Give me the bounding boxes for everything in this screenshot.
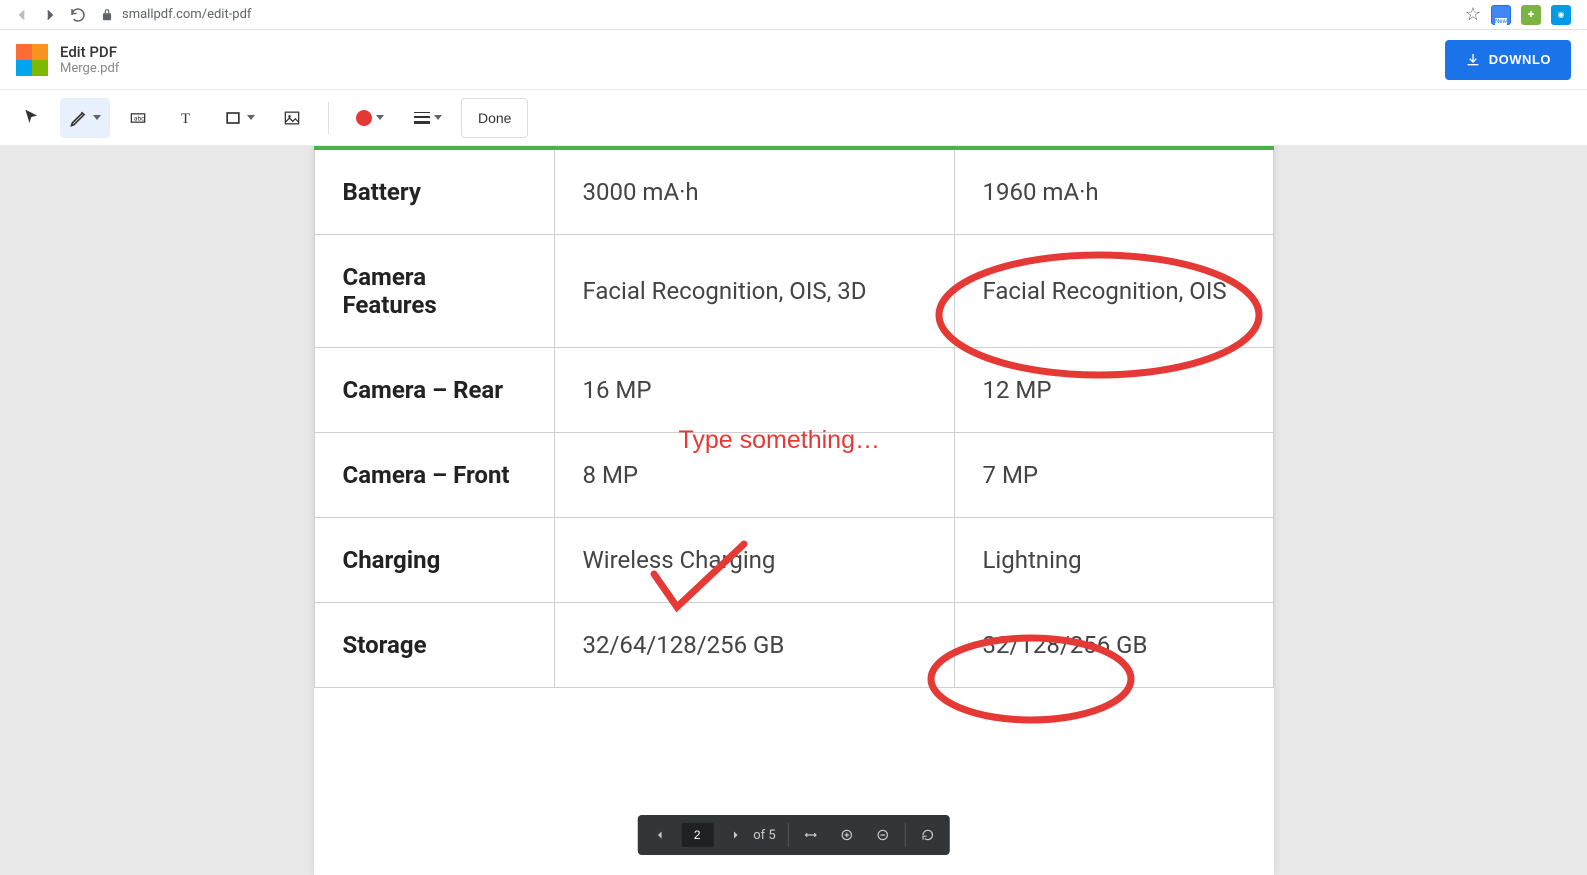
shape-tool[interactable] <box>214 98 264 138</box>
zoom-out-button[interactable] <box>865 819 901 851</box>
image-tool[interactable] <box>272 98 312 138</box>
editor-toolbar: abc T Done <box>0 90 1587 146</box>
row-label: Camera – Front <box>314 433 554 518</box>
row-col2: 32/128/256 GB <box>954 603 1273 688</box>
download-button[interactable]: DOWNLO <box>1445 40 1571 80</box>
row-col1: Facial Recognition, OIS, 3D <box>554 235 954 348</box>
table-row: Storage 32/64/128/256 GB 32/128/256 GB <box>314 603 1273 688</box>
canvas-area[interactable]: Battery 3000 mA·h 1960 mA·h Camera Featu… <box>0 146 1587 875</box>
bookmark-star-icon[interactable]: ☆ <box>1465 4 1481 25</box>
smallpdf-logo <box>16 44 48 76</box>
row-label: Camera – Rear <box>314 348 554 433</box>
page-control-bar: of 5 <box>637 815 949 855</box>
browser-forward-button[interactable] <box>36 1 64 29</box>
chevron-down-icon <box>434 115 442 120</box>
prev-page-button[interactable] <box>641 819 677 851</box>
url-bar[interactable]: smallpdf.com/edit-pdf <box>100 3 1457 27</box>
rotate-button[interactable] <box>910 819 946 851</box>
row-col1: 32/64/128/256 GB <box>554 603 954 688</box>
browser-back-button[interactable] <box>8 1 36 29</box>
row-col2: 7 MP <box>954 433 1273 518</box>
pdf-page[interactable]: Battery 3000 mA·h 1960 mA·h Camera Featu… <box>314 146 1274 875</box>
app-title: Edit PDF <box>60 43 119 61</box>
svg-text:abc: abc <box>134 114 145 122</box>
next-page-button[interactable] <box>717 819 753 851</box>
chevron-down-icon <box>376 115 384 120</box>
row-col2: Facial Recognition, OIS <box>954 235 1273 348</box>
color-swatch-icon <box>356 110 372 126</box>
browser-extensions: ☆ ✚ ◉ <box>1465 4 1579 25</box>
page-total-label: of 5 <box>753 828 775 843</box>
draw-tool[interactable] <box>60 98 110 138</box>
download-label: DOWNLO <box>1489 52 1551 67</box>
file-name: Merge.pdf <box>60 61 119 76</box>
extension-icon[interactable] <box>1491 5 1511 25</box>
row-col1: 16 MP <box>554 348 954 433</box>
row-col1: 3000 mA·h <box>554 148 954 235</box>
done-button[interactable]: Done <box>461 98 528 138</box>
row-col2: 1960 mA·h <box>954 148 1273 235</box>
zoom-in-button[interactable] <box>829 819 865 851</box>
line-thickness-icon <box>414 112 430 124</box>
svg-text:T: T <box>181 111 190 127</box>
spec-table: Battery 3000 mA·h 1960 mA·h Camera Featu… <box>314 146 1274 688</box>
page-number-input[interactable] <box>681 823 713 847</box>
text-tool[interactable]: T <box>166 98 206 138</box>
row-col2: Lightning <box>954 518 1273 603</box>
extension-icon[interactable]: ◉ <box>1551 5 1571 25</box>
fit-width-button[interactable] <box>793 819 829 851</box>
text-annotation[interactable]: Type something… <box>679 426 881 455</box>
select-tool[interactable] <box>12 98 52 138</box>
row-label: Charging <box>314 518 554 603</box>
row-col2: 12 MP <box>954 348 1273 433</box>
chevron-down-icon <box>247 115 255 120</box>
row-label: Storage <box>314 603 554 688</box>
table-row: Camera Features Facial Recognition, OIS,… <box>314 235 1273 348</box>
browser-reload-button[interactable] <box>64 1 92 29</box>
chevron-down-icon <box>93 115 101 120</box>
row-label: Camera Features <box>314 235 554 348</box>
row-label: Battery <box>314 148 554 235</box>
extension-icon[interactable]: ✚ <box>1521 5 1541 25</box>
url-text: smallpdf.com/edit-pdf <box>122 7 251 22</box>
thickness-tool[interactable] <box>403 98 453 138</box>
table-row: Battery 3000 mA·h 1960 mA·h <box>314 148 1273 235</box>
highlight-tool[interactable]: abc <box>118 98 158 138</box>
table-row: Charging Wireless Charging Lightning <box>314 518 1273 603</box>
table-row: Camera – Rear 16 MP 12 MP <box>314 348 1273 433</box>
row-col1: Wireless Charging <box>554 518 954 603</box>
color-picker-tool[interactable] <box>345 98 395 138</box>
lock-icon <box>100 8 114 22</box>
toolbar-divider <box>328 102 329 134</box>
